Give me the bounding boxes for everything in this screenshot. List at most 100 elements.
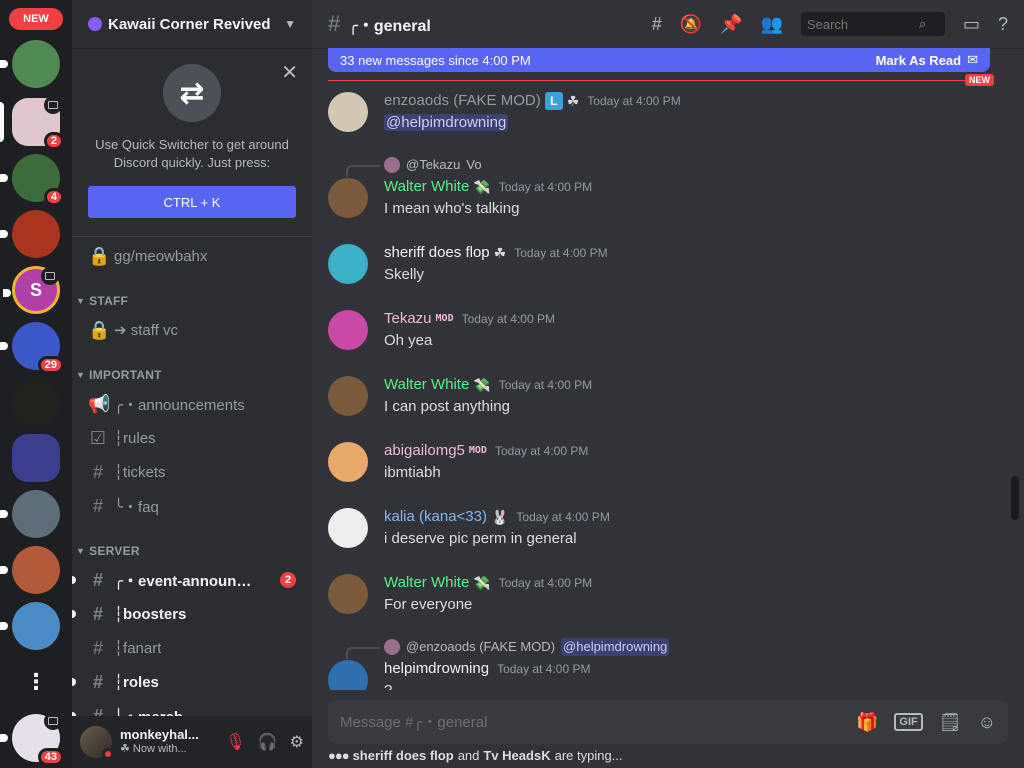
role-emoji-icon: ☘ bbox=[493, 245, 507, 261]
message-content: I can post anything bbox=[384, 396, 990, 418]
author-name[interactable]: Walter White bbox=[384, 572, 469, 594]
message[interactable]: sheriff does flop ☘ Today at 4:00 PM Skelly bbox=[312, 238, 1006, 290]
server-icon-12[interactable]: 43 bbox=[0, 712, 64, 766]
server-icon-10[interactable] bbox=[0, 546, 60, 594]
message-content: ? bbox=[384, 680, 990, 690]
avatar[interactable] bbox=[80, 726, 114, 760]
avatar[interactable] bbox=[328, 244, 368, 284]
voice-icon bbox=[44, 712, 62, 730]
threads-icon[interactable]: # bbox=[652, 14, 662, 35]
channel-item[interactable]: # ┆fanart bbox=[80, 631, 304, 665]
member-list-icon[interactable]: 👥 bbox=[761, 14, 783, 35]
message[interactable]: Walter White 💸 Today at 4:00 PM For everyon… bbox=[312, 568, 1006, 620]
message-input[interactable] bbox=[340, 713, 856, 731]
dnd-status-icon bbox=[102, 748, 114, 760]
author-name[interactable]: abigailomg5 bbox=[384, 440, 465, 462]
reply-preview[interactable]: @enzoaods (FAKE MOD) @helpimdrowning bbox=[346, 638, 990, 659]
hash-icon: # bbox=[92, 671, 103, 692]
category-header[interactable]: ▼ SERVER bbox=[72, 539, 312, 563]
author-name[interactable]: kalia (kana<33) bbox=[384, 506, 487, 528]
timestamp: Today at 4:00 PM bbox=[498, 180, 593, 194]
avatar[interactable] bbox=[328, 310, 368, 350]
headphones-icon[interactable]: 🎧 bbox=[258, 732, 278, 752]
timestamp: Today at 4:00 PM bbox=[587, 94, 681, 108]
gif-button[interactable]: GIF bbox=[894, 713, 923, 731]
pinned-icon[interactable]: 📌 bbox=[720, 14, 742, 35]
channel-item[interactable]: 📢 ╭・announcements bbox=[80, 387, 304, 421]
channel-label: ┆fanart bbox=[114, 640, 162, 657]
gear-icon[interactable]: ⚙ bbox=[290, 732, 304, 752]
avatar[interactable] bbox=[328, 508, 368, 548]
search-input[interactable] bbox=[806, 16, 919, 32]
message[interactable]: abigailomg5 MOD Today at 4:00 PM ibmtiabh bbox=[312, 436, 1006, 488]
mark-as-read-button[interactable]: Mark As Read ✉ bbox=[876, 52, 978, 68]
server-icon-2-active[interactable]: 2 bbox=[0, 96, 64, 150]
hash-icon: # bbox=[92, 461, 103, 482]
reply-preview[interactable]: @Tekazu Vo bbox=[346, 156, 990, 177]
server-icon-5[interactable]: S bbox=[3, 266, 60, 314]
avatar[interactable] bbox=[328, 442, 368, 482]
reply-avatar bbox=[384, 639, 400, 655]
author-name[interactable]: enzoaods (FAKE MOD) bbox=[384, 90, 541, 112]
author-name[interactable]: sheriff does flop bbox=[384, 242, 490, 264]
notifications-muted-icon[interactable]: 🔕 bbox=[680, 14, 702, 35]
server-icon-1[interactable] bbox=[0, 40, 60, 88]
scrollbar[interactable] bbox=[1010, 86, 1020, 690]
message[interactable]: enzoaods (FAKE MOD) L ☘ Today at 4:00 PM @he… bbox=[312, 86, 1006, 138]
gift-icon[interactable]: 🎁 bbox=[856, 712, 878, 733]
channel-item[interactable]: # ┆tickets bbox=[80, 455, 304, 489]
inbox-icon[interactable]: ▭ bbox=[963, 14, 980, 35]
channel-item[interactable]: # ╰・faq bbox=[80, 489, 304, 523]
search-box[interactable]: ⌕ bbox=[800, 12, 945, 36]
channel-item[interactable]: # ┆roles bbox=[72, 665, 304, 699]
new-messages-banner[interactable]: 33 new messages since 4:00 PM Mark As Re… bbox=[328, 48, 990, 72]
server-icon-6[interactable]: 29 bbox=[0, 322, 64, 374]
server-icon-9[interactable] bbox=[0, 490, 60, 538]
author-name[interactable]: Walter White bbox=[384, 176, 469, 198]
voice-icon bbox=[41, 267, 59, 285]
new-unreads-pill[interactable]: NEW bbox=[9, 8, 63, 30]
channel-item[interactable]: 🔒 ➔ staff vc bbox=[80, 313, 304, 347]
channel-item[interactable]: 🔒 gg/meowbahx bbox=[80, 239, 304, 273]
timestamp: Today at 4:00 PM bbox=[461, 312, 555, 326]
chevron-down-icon: ▼ bbox=[76, 370, 86, 380]
channel-item[interactable]: # ┆boosters bbox=[72, 597, 304, 631]
sticker-icon[interactable]: 🗒 bbox=[939, 712, 962, 733]
author-name[interactable]: Walter White bbox=[384, 374, 469, 396]
server-header[interactable]: Kawaii Corner Revived ▼ bbox=[72, 0, 312, 48]
avatar[interactable] bbox=[328, 574, 368, 614]
message[interactable]: @enzoaods (FAKE MOD) @helpimdrowning helpi… bbox=[312, 634, 1006, 690]
channel-item[interactable]: # ╭・event-announce... 2 bbox=[72, 563, 304, 597]
more-servers-icon[interactable]: ⋮ bbox=[12, 658, 60, 706]
message[interactable]: kalia (kana<33) 🐰 Today at 4:00 PM i deserv… bbox=[312, 502, 1006, 554]
user-meta[interactable]: monkeyhal... ☘ Now with... bbox=[120, 727, 199, 757]
mic-muted-icon[interactable]: 🎙 bbox=[225, 732, 245, 752]
server-folder[interactable] bbox=[12, 434, 60, 482]
channel-item[interactable]: ☑ ┆rules bbox=[80, 421, 304, 455]
help-icon[interactable]: ? bbox=[998, 14, 1008, 35]
avatar[interactable] bbox=[328, 660, 368, 690]
emoji-icon[interactable]: ☺ bbox=[978, 712, 996, 733]
author-name[interactable]: Tekazu bbox=[384, 308, 432, 330]
quick-switcher-button[interactable]: CTRL + K bbox=[88, 186, 296, 218]
server-icon-3[interactable]: 4 bbox=[0, 154, 64, 206]
author-name[interactable]: helpimdrowning bbox=[384, 658, 489, 680]
category-header[interactable]: ▼ IMPORTANT bbox=[72, 363, 312, 387]
server-icon-7[interactable] bbox=[12, 378, 60, 426]
avatar[interactable] bbox=[328, 92, 368, 132]
channel-item[interactable]: # ╰・merch bbox=[72, 699, 304, 716]
channel-label: ┆tickets bbox=[114, 464, 166, 481]
message[interactable]: Walter White 💸 Today at 4:00 PM I can post … bbox=[312, 370, 1006, 422]
avatar[interactable] bbox=[328, 178, 368, 218]
message[interactable]: Tekazu MOD Today at 4:00 PM Oh yea bbox=[312, 304, 1006, 356]
message[interactable]: @Tekazu Vo Walter White 💸 Today at 4:00 PM I … bbox=[312, 152, 1006, 224]
avatar[interactable] bbox=[328, 376, 368, 416]
scroll-thumb[interactable] bbox=[1011, 476, 1019, 520]
message-text: For everyone bbox=[384, 596, 473, 613]
channel-label: ╭・event-announce... bbox=[114, 572, 254, 590]
user-mention[interactable]: @helpimdrowning bbox=[384, 114, 509, 131]
server-icon-4[interactable] bbox=[0, 210, 60, 258]
category-header[interactable]: ▼ STAFF bbox=[72, 289, 312, 313]
server-icon-11[interactable] bbox=[0, 602, 60, 650]
close-icon[interactable]: ✕ bbox=[281, 60, 298, 85]
